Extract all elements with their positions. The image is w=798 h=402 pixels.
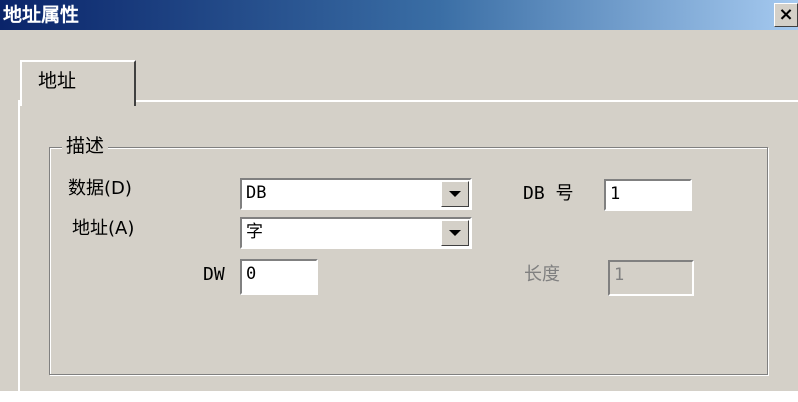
tab-panel — [18, 100, 798, 402]
address-properties-dialog: 地址属性 × 地址 描述 数据(D) DB DB 号 1 地址(A) 字 DW … — [0, 0, 798, 402]
close-button[interactable]: × — [774, 3, 798, 27]
close-icon: × — [778, 4, 794, 25]
title-bar[interactable]: 地址属性 × — [0, 0, 798, 30]
tab-address-label: 地址 — [38, 70, 77, 92]
window-title: 地址属性 — [3, 4, 80, 26]
tab-address[interactable]: 地址 — [20, 60, 136, 106]
